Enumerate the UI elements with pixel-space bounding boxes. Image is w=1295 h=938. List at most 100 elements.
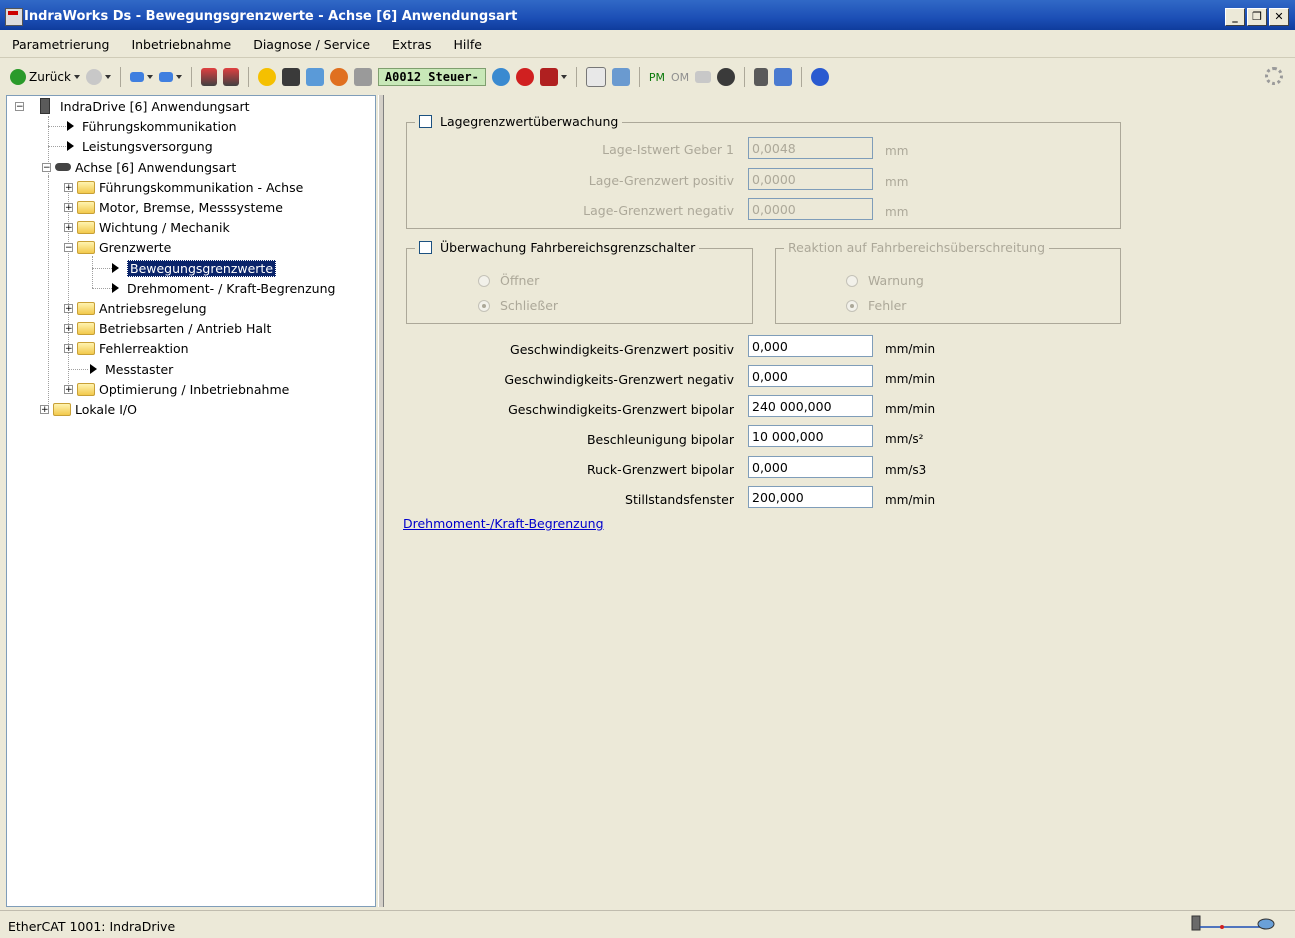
expand-icon[interactable]: + [64,343,73,353]
nav-up-button[interactable] [129,66,153,88]
expand-icon[interactable]: + [40,404,49,414]
radio-label: Schließer [500,298,559,313]
acceleration-bipolar-input[interactable] [748,425,873,447]
tree-item-lokale-io[interactable]: + Lokale I/O [40,400,137,418]
standstill-window-input[interactable] [748,486,873,508]
disk-icon[interactable] [717,68,736,86]
menu-hilfe[interactable]: Hilfe [454,37,482,52]
status-bar: EtherCAT 1001: IndraDrive [0,910,1295,938]
group-title: Lagegrenzwertüberwachung [440,114,619,129]
tree-item-grenzwerte[interactable]: − Grenzwerte [64,238,171,256]
tree-item-optimierung[interactable]: + Optimierung / Inbetriebnahme [64,380,289,398]
axis-icon [55,163,71,171]
close-button[interactable]: ✕ [1269,8,1289,26]
radio-fehler[interactable]: Fehler [846,298,906,313]
settings-wizard-icon[interactable] [329,68,348,86]
limit-switch-checkbox[interactable] [419,241,432,254]
radio-label: Warnung [868,273,924,288]
field-label: Ruck-Grenzwert bipolar [586,462,734,477]
window-layout-icon[interactable] [754,68,769,86]
toolbar: Zurück A0012 Steuer- PM OM [0,62,1295,92]
menu-extras[interactable]: Extras [392,37,432,52]
parameter-save-icon[interactable] [222,68,239,86]
expand-icon[interactable]: + [64,384,73,394]
expand-icon[interactable]: + [64,323,73,333]
om-mode-button[interactable]: OM [671,71,689,84]
position-limit-checkbox[interactable] [419,115,432,128]
drive-mode-icon [539,68,558,86]
position-actual-value-input[interactable] [748,137,873,159]
restore-button[interactable]: ❐ [1247,8,1267,26]
tree-item-fuehrungskommunikation-achse[interactable]: + Führungskommunikation - Achse [64,178,303,196]
help-icon[interactable] [811,68,830,86]
device-icon[interactable] [353,68,372,86]
binoculars-icon[interactable] [281,68,300,86]
tree-item-antriebsregelung[interactable]: + Antriebsregelung [64,299,207,317]
tree-item-label: Optimierung / Inbetriebnahme [99,381,290,397]
bb-mode-icon[interactable] [695,71,712,83]
torque-force-limit-link[interactable]: Drehmoment-/Kraft-Begrenzung [403,516,604,531]
collapse-icon[interactable]: − [15,101,24,111]
pm-mode-button[interactable]: PM [649,71,665,84]
tree-item-motor[interactable]: + Motor, Bremse, Messsysteme [64,198,283,216]
toolbar-separator [744,67,746,87]
minimize-button[interactable]: _ [1225,8,1245,26]
calculator-icon[interactable] [305,68,324,86]
chevron-down-icon [104,75,111,79]
oscilloscope-icon[interactable] [585,67,606,87]
expand-icon[interactable]: + [64,202,73,212]
field-unit: mm/s² [885,432,924,446]
expand-icon[interactable]: + [64,222,73,232]
tree-item-label: Lokale I/O [75,401,137,417]
velocity-limit-bipolar-input[interactable] [748,395,873,417]
gear-icon[interactable] [1265,67,1283,85]
expand-icon[interactable]: + [64,303,73,313]
tree-item-fuehrungskommunikation[interactable]: Führungskommunikation [67,117,237,135]
nav-down-button[interactable] [158,66,182,88]
radio-oeffner[interactable]: Öffner [478,273,539,288]
forward-button[interactable] [85,66,111,88]
tree-item-label: Leistungsversorgung [82,138,213,154]
tree-item-achse[interactable]: − Achse [6] Anwendungsart [42,158,236,176]
tree-item-label: Motor, Bremse, Messsysteme [99,199,283,215]
favorites-star-icon[interactable] [257,68,276,86]
tree-item-wichtung[interactable]: + Wichtung / Mechanik [64,218,230,236]
operation-mode-button[interactable] [539,66,567,88]
tree-item-fehlerreaktion[interactable]: + Fehlerreaktion [64,339,189,357]
velocity-limit-positive-input[interactable] [748,335,873,357]
menu-diagnose-service[interactable]: Diagnose / Service [253,37,370,52]
parameter-load-icon[interactable] [200,68,217,86]
panel-splitter[interactable] [378,95,384,907]
folder-icon [77,341,95,355]
expand-icon[interactable]: + [64,182,73,192]
collapse-icon[interactable]: − [64,242,73,252]
tree-item-indradrive[interactable]: − IndraDrive [6] Anwendungsart [15,97,250,115]
position-limit-header: Lagegrenzwertüberwachung [415,114,623,129]
printer-icon[interactable] [611,68,630,86]
field-label: Lage-Grenzwert positiv [588,173,734,188]
radio-warnung[interactable]: Warnung [846,273,924,288]
position-limit-negative-input[interactable] [748,198,873,220]
toolbar-separator [190,67,192,87]
position-limit-positive-input[interactable] [748,168,873,190]
jerk-limit-bipolar-input[interactable] [748,456,873,478]
tree-item-betriebsarten[interactable]: + Betriebsarten / Antrieb Halt [64,319,271,337]
back-button[interactable]: Zurück [10,66,80,88]
radio-schliesser[interactable]: Schließer [478,298,558,313]
tree-item-bewegungsgrenzwerte[interactable]: Bewegungsgrenzwerte [112,259,277,277]
app-icon [5,8,23,26]
field-unit: mm [885,205,909,219]
velocity-limit-negative-input[interactable] [748,365,873,387]
menu-parametrierung[interactable]: Parametrierung [12,37,109,52]
tree-item-leistungsversorgung[interactable]: Leistungsversorgung [67,137,213,155]
error-clear-icon[interactable] [515,68,534,86]
tree-item-messtaster[interactable]: Messtaster [90,360,173,378]
tree-item-drehmoment[interactable]: Drehmoment- / Kraft-Begrenzung [112,279,335,297]
menu-inbetriebnahme[interactable]: Inbetriebnahme [131,37,231,52]
tree-line [48,176,49,412]
collapse-icon[interactable]: − [42,162,51,172]
group-title: Reaktion auf Fahrbereichsüberschreitung [784,240,1050,255]
globe-icon[interactable] [491,68,510,86]
radio-icon [478,299,490,312]
network-icon[interactable] [774,68,793,86]
